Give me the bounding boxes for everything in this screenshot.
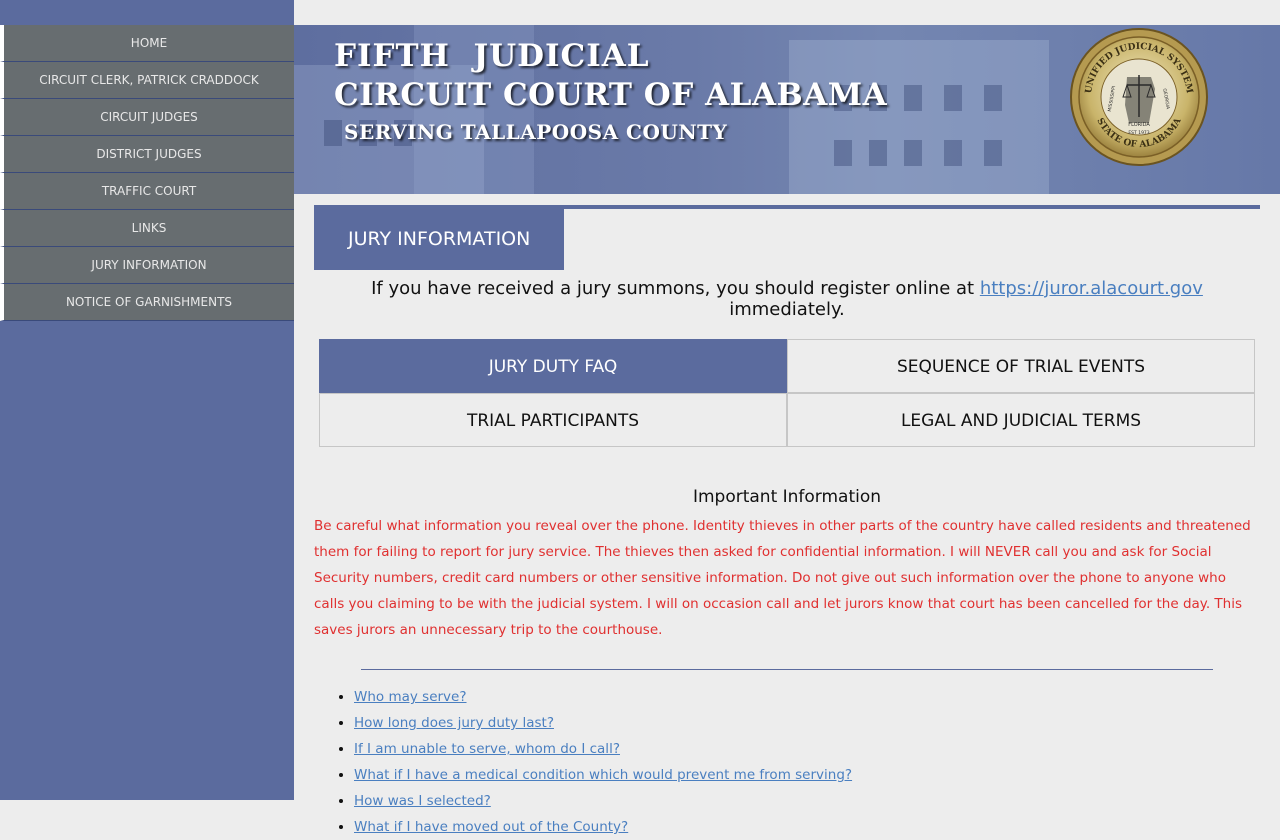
- faq-link-medical-condition[interactable]: What if I have a medical condition which…: [354, 767, 852, 783]
- list-item: How long does jury duty last?: [354, 710, 1260, 736]
- list-item: How was I selected?: [354, 788, 1260, 814]
- nav-item-label: HOME: [130, 36, 168, 50]
- tab-legal-and-judicial-terms[interactable]: LEGAL AND JUDICIAL TERMS: [787, 393, 1255, 447]
- list-item: Who may serve?: [354, 684, 1260, 710]
- nav-item-home[interactable]: HOME: [0, 25, 294, 62]
- nav-item-label: DISTRICT JUDGES: [96, 147, 202, 161]
- nav-item-traffic-court[interactable]: TRAFFIC COURT: [0, 173, 294, 210]
- svg-text:EST 1973: EST 1973: [1128, 130, 1149, 136]
- faq-link-how-long[interactable]: How long does jury duty last?: [354, 715, 554, 731]
- tab-trial-participants[interactable]: TRIAL PARTICIPANTS: [319, 393, 787, 447]
- faq-link-moved-out[interactable]: What if I have moved out of the County?: [354, 819, 628, 835]
- faq-link-who-may-serve[interactable]: Who may serve?: [354, 689, 467, 705]
- important-info-heading: Important Information: [692, 487, 882, 507]
- header-banner: FIFTH JUDICIAL CIRCUIT COURT OF ALABAMA …: [294, 25, 1280, 194]
- nav-item-links[interactable]: LINKS: [0, 210, 294, 247]
- state-seal-icon: UNIFIED JUDICIAL SYSTEM STATE OF ALABAMA…: [1070, 28, 1208, 166]
- nav-item-label: CIRCUIT CLERK, PATRICK CRADDOCK: [39, 73, 259, 87]
- nav-item-notice-of-garnishments[interactable]: NOTICE OF GARNISHMENTS: [0, 284, 294, 321]
- faq-list: Who may serve? How long does jury duty l…: [314, 684, 1260, 840]
- main-content: JURY INFORMATION If you have received a …: [314, 205, 1260, 840]
- nav-item-label: CIRCUIT JUDGES: [100, 110, 198, 124]
- page-title: JURY INFORMATION: [314, 208, 565, 270]
- sidebar-nav: HOME CIRCUIT CLERK, PATRICK CRADDOCK CIR…: [0, 25, 294, 321]
- list-item: If I am unable to serve, whom do I call?: [354, 736, 1260, 762]
- window-decor: [904, 85, 922, 111]
- identity-theft-warning: Be careful what information you reveal o…: [314, 518, 1251, 638]
- juror-portal-link[interactable]: https://juror.alacourt.gov: [980, 278, 1203, 299]
- faq-link-how-selected[interactable]: How was I selected?: [354, 793, 491, 809]
- site-title-line3: SERVING TALLAPOOSA COUNTY: [344, 120, 728, 144]
- nav-item-label: NOTICE OF GARNISHMENTS: [65, 295, 233, 309]
- window-decor: [984, 140, 1002, 166]
- nav-item-label: JURY INFORMATION: [91, 258, 207, 272]
- list-item: What if I have a medical condition which…: [354, 762, 1260, 788]
- faq-link-unable-to-serve[interactable]: If I am unable to serve, whom do I call?: [354, 741, 620, 757]
- nav-item-jury-information[interactable]: JURY INFORMATION: [0, 247, 294, 284]
- nav-item-circuit-clerk[interactable]: CIRCUIT CLERK, PATRICK CRADDOCK: [0, 62, 294, 99]
- nav-item-district-judges[interactable]: DISTRICT JUDGES: [0, 136, 294, 173]
- tab-jury-duty-faq[interactable]: JURY DUTY FAQ: [319, 339, 787, 393]
- nav-item-label: TRAFFIC COURT: [101, 184, 197, 198]
- window-decor: [944, 85, 962, 111]
- section-divider: [361, 669, 1213, 670]
- intro-text-before: If you have received a jury summons, you…: [371, 278, 980, 299]
- intro-text-after: immediately.: [729, 299, 845, 320]
- tab-sequence-of-trial-events[interactable]: SEQUENCE OF TRIAL EVENTS: [787, 339, 1255, 393]
- list-item: What if I have moved out of the County?: [354, 814, 1260, 840]
- jury-info-tabs: JURY DUTY FAQ SEQUENCE OF TRIAL EVENTS T…: [319, 339, 1255, 447]
- site-title: FIFTH JUDICIAL CIRCUIT COURT OF ALABAMA …: [334, 37, 887, 149]
- window-decor: [944, 140, 962, 166]
- window-decor: [904, 140, 922, 166]
- nav-item-circuit-judges[interactable]: CIRCUIT JUDGES: [0, 99, 294, 136]
- site-title-line1: FIFTH JUDICIAL: [334, 38, 650, 74]
- window-decor: [984, 85, 1002, 111]
- site-title-line2: CIRCUIT COURT OF ALABAMA: [334, 77, 888, 113]
- svg-text:FLORIDA: FLORIDA: [1128, 122, 1150, 128]
- jury-summons-notice: If you have received a jury summons, you…: [314, 278, 1260, 320]
- sidebar: HOME CIRCUIT CLERK, PATRICK CRADDOCK CIR…: [0, 0, 294, 800]
- nav-item-label: LINKS: [131, 221, 167, 235]
